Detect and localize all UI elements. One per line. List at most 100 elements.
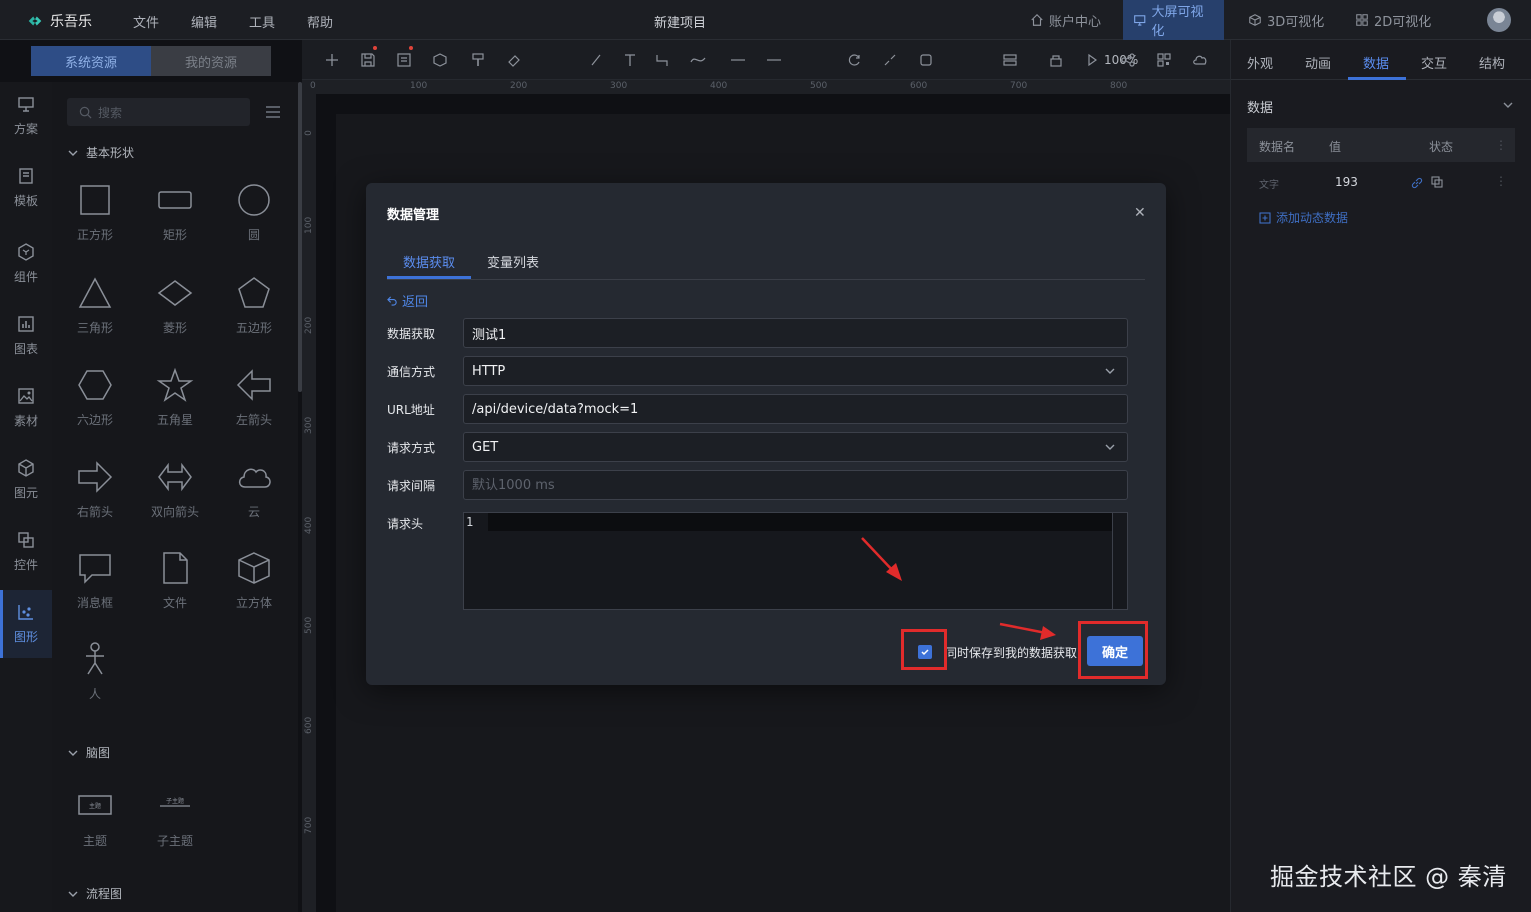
cloud-icon[interactable] xyxy=(1192,52,1208,68)
tab-animation[interactable]: 动画 xyxy=(1305,53,1331,72)
rail-item-assets[interactable]: 素材 xyxy=(0,374,52,442)
current-line[interactable] xyxy=(488,513,1112,531)
headers-code-editor[interactable]: 1 xyxy=(463,512,1128,610)
rail-item-charts[interactable]: 图表 xyxy=(0,302,52,370)
eraser-icon[interactable] xyxy=(506,52,522,68)
save-as-icon[interactable] xyxy=(396,52,412,68)
data-section-title[interactable]: 数据 xyxy=(1247,97,1273,116)
menu-file[interactable]: 文件 xyxy=(133,12,159,31)
more-icon[interactable]: ⋮ xyxy=(1495,138,1507,152)
frame-icon[interactable] xyxy=(918,52,934,68)
add-dynamic-data-link[interactable]: 添加动态数据 xyxy=(1259,209,1348,226)
ruler-tick: 200 xyxy=(304,316,314,334)
avatar[interactable] xyxy=(1487,8,1511,32)
shape-file[interactable]: 文件 xyxy=(140,550,210,620)
tab-data-fetch[interactable]: 数据获取 xyxy=(403,252,455,271)
editor-scrollbar[interactable] xyxy=(1112,513,1113,609)
row-value[interactable]: 193 xyxy=(1335,175,1358,189)
shape-subtopic[interactable]: 子主题 子主题 xyxy=(140,788,210,858)
unsaved-dot xyxy=(409,46,413,50)
project-title[interactable]: 新建项目 xyxy=(654,12,706,31)
section-mindmap[interactable]: 脑图 xyxy=(68,744,110,761)
tab-appearance[interactable]: 外观 xyxy=(1247,53,1273,72)
ruler-tick: 600 xyxy=(910,81,928,91)
add-icon[interactable] xyxy=(324,52,340,68)
menu-edit[interactable]: 编辑 xyxy=(191,12,217,31)
save-icon[interactable] xyxy=(360,52,376,68)
rail-item-controls[interactable]: 控件 xyxy=(0,518,52,586)
curve-icon[interactable] xyxy=(690,52,706,68)
lock-icon[interactable] xyxy=(1048,52,1064,68)
tab-variable-list[interactable]: 变量列表 xyxy=(487,252,539,271)
qrcode-icon[interactable] xyxy=(1156,52,1172,68)
monitor-icon xyxy=(1134,15,1146,26)
shape-cloud[interactable]: 云 xyxy=(219,459,289,529)
text-icon[interactable] xyxy=(622,52,638,68)
shape-diamond[interactable]: 菱形 xyxy=(140,275,210,345)
arrow-style-icon[interactable] xyxy=(766,52,782,68)
shape-pentagon[interactable]: 五边形 xyxy=(219,275,289,345)
play-icon[interactable] xyxy=(1084,52,1100,68)
refresh-icon[interactable] xyxy=(846,52,862,68)
menu-help[interactable]: 帮助 xyxy=(307,12,333,31)
chevron-down-icon[interactable] xyxy=(1503,100,1513,110)
shape-cube[interactable]: 立方体 xyxy=(219,550,289,620)
close-icon[interactable]: ✕ xyxy=(1134,205,1146,221)
checkbox-label[interactable]: 同时保存到我的数据获取 xyxy=(945,644,1077,661)
shape-star[interactable]: 五角星 xyxy=(140,367,210,437)
copy-icon[interactable] xyxy=(1431,176,1443,188)
line-style-icon[interactable] xyxy=(730,52,746,68)
polyline-icon[interactable] xyxy=(654,52,670,68)
method-select[interactable]: GET xyxy=(463,432,1128,462)
back-link[interactable]: 返回 xyxy=(387,291,428,310)
library-menu-icon[interactable] xyxy=(266,106,280,118)
rail-item-templates[interactable]: 模板 xyxy=(0,154,52,222)
url-input[interactable] xyxy=(463,394,1128,424)
line-icon[interactable] xyxy=(588,52,604,68)
rail-item-plans[interactable]: 方案 xyxy=(0,82,52,150)
menu-tools[interactable]: 工具 xyxy=(249,12,275,31)
tab-structure[interactable]: 结构 xyxy=(1479,53,1505,72)
rail-item-elements[interactable]: 图元 xyxy=(0,446,52,514)
rail-item-shapes[interactable]: 图形 xyxy=(0,590,52,658)
nav-3d[interactable]: 3D可视化 xyxy=(1238,0,1334,40)
nav-bigscreen[interactable]: 大屏可视化 xyxy=(1123,0,1224,40)
interval-input[interactable] xyxy=(463,470,1128,500)
tab-data[interactable]: 数据 xyxy=(1363,53,1389,72)
tab-interaction[interactable]: 交互 xyxy=(1421,53,1447,72)
section-flowchart[interactable]: 流程图 xyxy=(68,885,122,902)
shape-label: 文件 xyxy=(162,596,187,610)
shape-topic[interactable]: 主题 主题 xyxy=(60,788,130,858)
app-logo[interactable]: 乐吾乐 xyxy=(26,11,92,31)
nav-account-center[interactable]: 账户中心 xyxy=(1020,0,1111,40)
protocol-select[interactable]: HTTP xyxy=(463,356,1128,386)
nav-2d[interactable]: 2D可视化 xyxy=(1345,0,1441,40)
shape-triangle[interactable]: 三角形 xyxy=(60,275,130,345)
shape-right-arrow[interactable]: 右箭头 xyxy=(60,459,130,529)
format-brush-icon[interactable] xyxy=(470,52,486,68)
tab-system-resources[interactable]: 系统资源 xyxy=(31,46,151,76)
shape-left-arrow[interactable]: 左箭头 xyxy=(219,367,289,437)
shrink-icon[interactable] xyxy=(882,52,898,68)
ruler-tick: 0 xyxy=(304,130,314,136)
shape-circle[interactable]: 圆 xyxy=(219,182,289,252)
shape-double-arrow[interactable]: 双向箭头 xyxy=(140,459,210,529)
search-icon xyxy=(79,106,92,118)
link-icon[interactable] xyxy=(1411,177,1423,189)
shape-message-box[interactable]: 消息框 xyxy=(60,550,130,620)
section-basic-shapes[interactable]: 基本形状 xyxy=(68,144,134,161)
shape-hexagon[interactable]: 六边形 xyxy=(60,367,130,437)
rail-label: 图元 xyxy=(13,486,38,500)
rail-item-components[interactable]: 组件 xyxy=(0,230,52,298)
layer-icon[interactable] xyxy=(1002,52,1018,68)
table-row[interactable]: 文字 193 ⋮ xyxy=(1247,168,1515,198)
library-search[interactable]: 搜索 xyxy=(67,98,250,126)
share-icon[interactable] xyxy=(1120,52,1136,68)
shape-rectangle[interactable]: 矩形 xyxy=(140,182,210,252)
component-icon[interactable] xyxy=(432,52,448,68)
fetch-name-input[interactable] xyxy=(463,318,1128,348)
shape-square[interactable]: 正方形 xyxy=(60,182,130,252)
shape-person[interactable]: 人 xyxy=(60,641,130,711)
tab-my-resources[interactable]: 我的资源 xyxy=(151,46,271,76)
more-icon[interactable]: ⋮ xyxy=(1495,174,1507,188)
